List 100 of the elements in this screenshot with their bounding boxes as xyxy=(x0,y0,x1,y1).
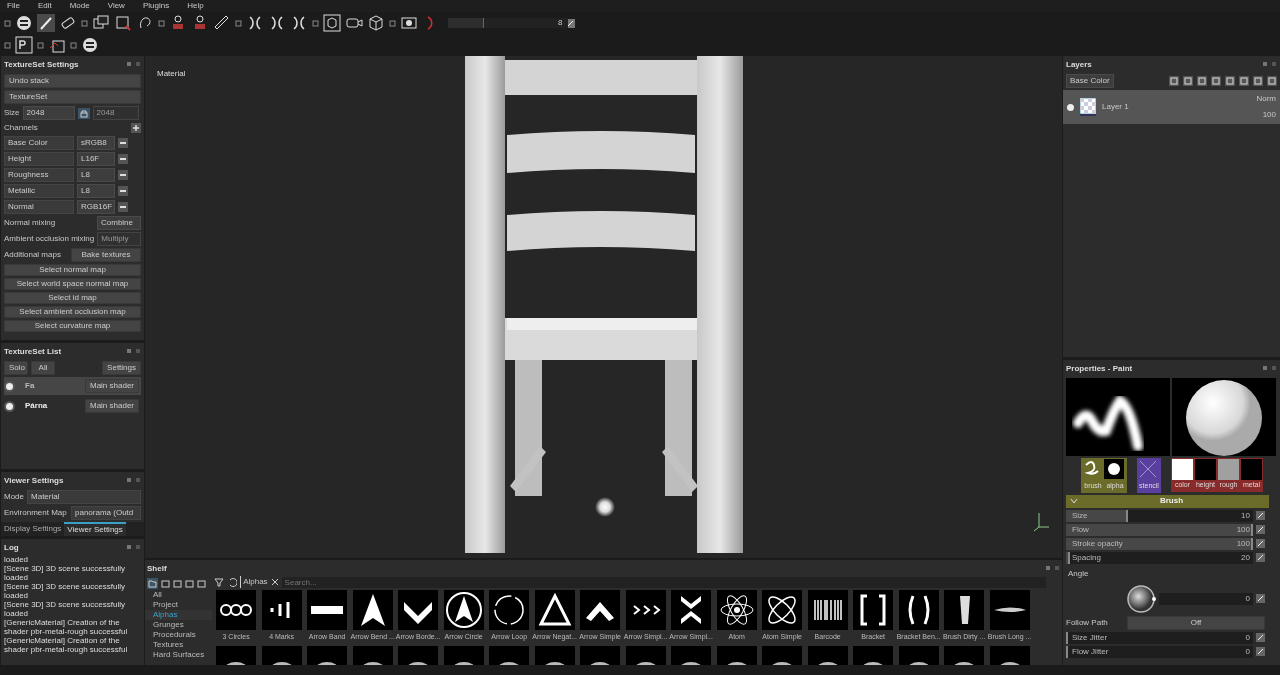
slider-fill[interactable] xyxy=(448,18,484,28)
map-button[interactable]: Select id map xyxy=(4,292,141,304)
bake-button[interactable]: Bake textures xyxy=(71,248,141,262)
channel-swatch[interactable] xyxy=(1195,459,1216,480)
format-dropdown[interactable]: RGB16F xyxy=(77,200,115,214)
format-dropdown[interactable]: L16F xyxy=(77,152,115,166)
menu-item[interactable]: Edit xyxy=(37,0,52,12)
dock-icon[interactable] xyxy=(37,41,44,49)
channel-name-field[interactable]: Roughness xyxy=(4,168,74,182)
box-icon[interactable] xyxy=(367,14,385,32)
size-field[interactable]: 2048 xyxy=(92,106,139,120)
panel-menu-icon[interactable] xyxy=(127,477,141,483)
toggle-button[interactable]: Off xyxy=(1127,615,1265,630)
screenshot-icon[interactable] xyxy=(400,14,418,32)
alpha-thumbnail[interactable] xyxy=(443,590,484,630)
shader-button[interactable]: Main shader xyxy=(84,399,139,413)
layer-row[interactable]: Layer 1 Norm 100 xyxy=(1063,90,1280,124)
channel-swatch[interactable] xyxy=(1241,459,1262,480)
dock-icon[interactable] xyxy=(235,19,242,27)
slider-value: 0 xyxy=(1244,631,1251,644)
projection-icon[interactable] xyxy=(92,14,110,32)
panel-menu-icon[interactable] xyxy=(127,61,141,67)
panel-menu-icon[interactable] xyxy=(1046,565,1060,571)
visibility-icon[interactable] xyxy=(6,382,13,390)
channel-name-field[interactable]: Base Color xyxy=(4,136,74,150)
category-item[interactable]: Grunges xyxy=(145,620,213,630)
chevron-icon[interactable] xyxy=(1070,498,1078,504)
visibility-icon[interactable] xyxy=(6,402,13,410)
cube-icon[interactable] xyxy=(323,14,341,32)
toggle-button[interactable]: All xyxy=(31,361,55,375)
dock-icon[interactable] xyxy=(312,19,319,27)
format-dropdown[interactable]: L8 xyxy=(77,184,115,198)
size-dropdown[interactable]: 2048 xyxy=(22,106,75,120)
lock-icon[interactable] xyxy=(77,107,90,119)
category-item[interactable]: Project xyxy=(145,600,213,610)
material-picker-icon[interactable] xyxy=(213,14,231,32)
toggle-button[interactable]: Solo xyxy=(4,361,28,375)
dock-icon[interactable] xyxy=(158,19,165,27)
panel-menu-icon[interactable] xyxy=(127,348,141,354)
channel-swatch[interactable] xyxy=(1172,459,1193,480)
checker-thumbnail[interactable] xyxy=(1080,98,1096,116)
filter-icon[interactable] xyxy=(214,577,225,587)
dock-icon[interactable] xyxy=(4,41,11,49)
menu-item[interactable]: File xyxy=(7,0,20,12)
dock-icon[interactable] xyxy=(70,41,77,49)
dock-icon[interactable] xyxy=(4,19,11,27)
angle-dial[interactable] xyxy=(1126,583,1156,614)
tab[interactable]: Viewer Settings xyxy=(64,522,126,536)
category-item[interactable]: All xyxy=(145,590,213,600)
visibility-icon[interactable] xyxy=(1067,103,1074,111)
reset-icon[interactable] xyxy=(227,577,238,587)
photoshop-icon[interactable] xyxy=(15,36,33,54)
light-icon[interactable] xyxy=(595,497,615,517)
texture-set-row[interactable]: Párna Main shader xyxy=(4,397,141,415)
eraser-icon[interactable] xyxy=(59,14,77,32)
format-dropdown[interactable]: L8 xyxy=(77,168,115,182)
channel-name-field[interactable]: Normal xyxy=(4,200,74,214)
map-button[interactable]: Select normal map xyxy=(4,264,141,276)
polygon-fill-icon[interactable] xyxy=(114,14,132,32)
edit-icon[interactable] xyxy=(566,18,576,28)
category-item[interactable]: Hard Surfaces xyxy=(145,650,213,660)
dock-icon[interactable] xyxy=(389,19,396,27)
close-icon[interactable] xyxy=(270,578,279,586)
option-dropdown[interactable]: Combine xyxy=(97,216,141,230)
logo-icon[interactable] xyxy=(81,36,99,54)
category-item[interactable]: Alphas xyxy=(145,610,213,620)
menu-item[interactable]: Mode xyxy=(69,0,90,12)
menu-item[interactable]: View xyxy=(107,0,125,12)
filter-tag[interactable]: Alphas xyxy=(240,576,268,588)
panel-button[interactable]: Undo stack xyxy=(4,74,141,88)
menu-item[interactable]: Plugins xyxy=(142,0,170,12)
dock-icon[interactable] xyxy=(81,19,88,27)
channel-name-field[interactable]: Metallic xyxy=(4,184,74,198)
field-value[interactable]: panorama (Outd xyxy=(71,506,141,520)
map-button[interactable]: Select world space normal map xyxy=(4,278,141,290)
map-button[interactable]: Select curvature map xyxy=(4,320,141,332)
channel-dropdown[interactable]: Base Color xyxy=(1066,74,1114,88)
brush-icon[interactable] xyxy=(37,14,55,32)
texture-set-row[interactable]: Fa Main shader xyxy=(4,377,141,395)
panel-menu-icon[interactable] xyxy=(1263,365,1277,371)
category-item[interactable]: Textures xyxy=(145,640,213,650)
shader-button[interactable]: Main shader xyxy=(84,379,139,393)
channel-swatch[interactable] xyxy=(1218,459,1239,480)
panel-button[interactable]: TextureSet xyxy=(4,90,141,104)
alpha-thumbnail[interactable] xyxy=(1104,459,1126,481)
category-item[interactable]: Procedurals xyxy=(145,630,213,640)
menu-item[interactable]: Help xyxy=(187,0,204,12)
logo-icon[interactable] xyxy=(15,14,33,32)
opacity-value[interactable]: 100 xyxy=(1262,109,1276,121)
map-button[interactable]: Select ambient occlusion map xyxy=(4,306,141,318)
panel-menu-icon[interactable] xyxy=(1263,61,1277,67)
search-field[interactable]: Search... xyxy=(281,576,1046,588)
format-dropdown[interactable]: sRGB8 xyxy=(77,136,115,150)
channel-name-field[interactable]: Height xyxy=(4,152,74,166)
angle-value[interactable]: 0 xyxy=(1242,592,1253,605)
field-value[interactable]: Material xyxy=(27,490,141,504)
add-icon[interactable] xyxy=(131,123,141,133)
panel-menu-icon[interactable] xyxy=(127,544,141,550)
settings-button[interactable]: Settings xyxy=(102,361,141,375)
blend-mode[interactable]: Norm xyxy=(1256,93,1276,105)
